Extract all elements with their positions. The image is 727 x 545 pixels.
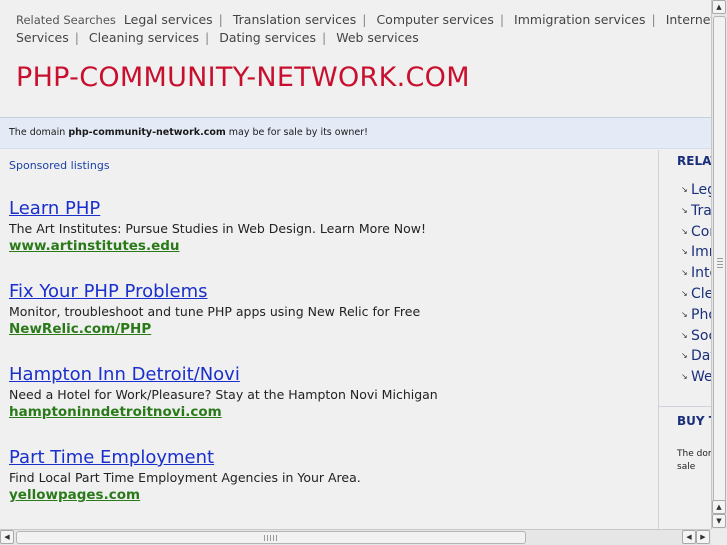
sidebar-item[interactable]: ↘Imm [681, 242, 711, 263]
buy-text: The dom for sale [677, 449, 711, 472]
arrow-icon: ↘ [681, 288, 688, 298]
sidebar-item[interactable]: ↘Leg [681, 180, 711, 201]
listing-title-link[interactable]: Hampton Inn Detroit/Novi [9, 364, 649, 386]
listing-description: Find Local Part Time Employment Agencies… [9, 470, 361, 485]
scrollbar-corner [711, 529, 727, 545]
arrow-icon: ↘ [681, 330, 688, 340]
arrow-icon: ↘ [681, 351, 688, 361]
listing-item: Hampton Inn Detroit/Novi Need a Hotel fo… [9, 364, 649, 421]
top-related-searches: Related Searches Legal services | Transla… [16, 11, 711, 47]
listing-description: The Art Institutes: Pursue Studies in We… [9, 221, 427, 236]
listing-description: Need a Hotel for Work/Pleasure? Stay at … [9, 387, 438, 402]
sidebar-item[interactable]: ↘Inte [681, 263, 711, 284]
sidebar-divider [659, 406, 711, 407]
top-related-link[interactable]: Immigration services [514, 12, 645, 27]
horizontal-scrollbar[interactable]: ◀ ◀ ▶ [0, 529, 711, 545]
listing-title-link[interactable]: Fix Your PHP Problems [9, 281, 649, 303]
related-sidebar: RELAT ↘Leg ↘Tra ↘Cor ↘Imm ↘Inte ↘Cle ↘Ph… [658, 150, 711, 529]
sponsored-label: Sponsored listings [9, 159, 110, 172]
sponsored-listings-section: Sponsored listings Learn PHP The Art Ins… [0, 150, 658, 529]
scroll-left-button[interactable]: ◀ [0, 530, 14, 544]
arrow-icon: ↘ [681, 185, 688, 194]
listing-title-link[interactable]: Learn PHP [9, 198, 649, 220]
top-related-link[interactable]: Dating services [219, 30, 316, 45]
arrow-icon: ↘ [681, 372, 688, 382]
listing-title-link[interactable]: Part Time Employment [9, 447, 649, 469]
buy-heading: BUY T [677, 414, 711, 428]
scroll-up-button[interactable]: ▲ [712, 0, 726, 14]
arrow-icon: ↘ [681, 226, 688, 236]
sidebar-item[interactable]: ↘Cor [681, 222, 711, 243]
top-related-link[interactable]: Translation services [233, 12, 356, 27]
grip-icon [717, 258, 723, 268]
related-searches-label: Related Searches [16, 13, 116, 27]
top-related-link[interactable]: Web services [336, 30, 419, 45]
for-sale-suffix: may be for sale by its owner! [228, 127, 368, 138]
scroll-right-button[interactable]: ▶ [696, 530, 710, 544]
arrow-icon: ↘ [681, 309, 688, 319]
listing-url-link[interactable]: NewRelic.com/PHP [9, 320, 649, 338]
page-viewport: Related Searches Legal services | Transla… [0, 0, 711, 529]
listing-item: Learn PHP The Art Institutes: Pursue Stu… [9, 198, 649, 255]
listing-item: Part Time Employment Find Local Part Tim… [9, 447, 649, 504]
sidebar-item[interactable]: ↘Dat [681, 346, 711, 367]
listing-url-link[interactable]: hamptoninndetroitnovi.com [9, 403, 649, 421]
arrow-icon: ↘ [681, 205, 688, 215]
vertical-scrollbar[interactable]: ▲ ▲ ▼ [711, 0, 727, 529]
listing-url-link[interactable]: yellowpages.com [9, 486, 649, 504]
listing-item: Fix Your PHP Problems Monitor, troublesh… [9, 281, 649, 338]
sidebar-item[interactable]: ↘ We [681, 367, 711, 388]
for-sale-prefix: The domain [9, 127, 66, 138]
grip-icon [264, 535, 278, 541]
scroll-down-button[interactable]: ▼ [712, 514, 726, 528]
sidebar-item[interactable]: ↘ Tra [681, 201, 711, 222]
sidebar-heading: RELAT [677, 154, 711, 168]
scroll-left-button-right[interactable]: ◀ [682, 530, 696, 544]
listing-url-link[interactable]: www.artinstitutes.edu [9, 237, 649, 255]
site-title: PHP-COMMUNITY-NETWORK.COM [16, 62, 470, 93]
arrow-icon: ↘ [681, 268, 688, 278]
sidebar-item[interactable]: ↘Pho [681, 305, 711, 326]
horizontal-scroll-thumb[interactable] [16, 531, 526, 544]
listing-description: Monitor, troubleshoot and tune PHP apps … [9, 304, 421, 319]
for-sale-bar: The domain php-community-network.com may… [0, 117, 711, 149]
arrow-icon: ↘ [681, 247, 688, 257]
for-sale-domain[interactable]: php-community-network.com [68, 127, 225, 138]
sidebar-item[interactable]: ↘Soc [681, 326, 711, 347]
top-related-link[interactable]: Cleaning services [89, 30, 199, 45]
sidebar-item[interactable]: ↘Cle [681, 284, 711, 305]
sidebar-link-list: ↘Leg ↘Tra ↘Cor ↘Imm ↘Inte ↘Cle ↘Pho ↘Soc… [681, 180, 711, 388]
vertical-scroll-thumb[interactable] [713, 16, 726, 510]
top-related-link[interactable]: Computer services [376, 12, 493, 27]
scroll-up-button-lower[interactable]: ▲ [712, 500, 726, 514]
top-related-link[interactable]: Legal services [124, 12, 213, 27]
